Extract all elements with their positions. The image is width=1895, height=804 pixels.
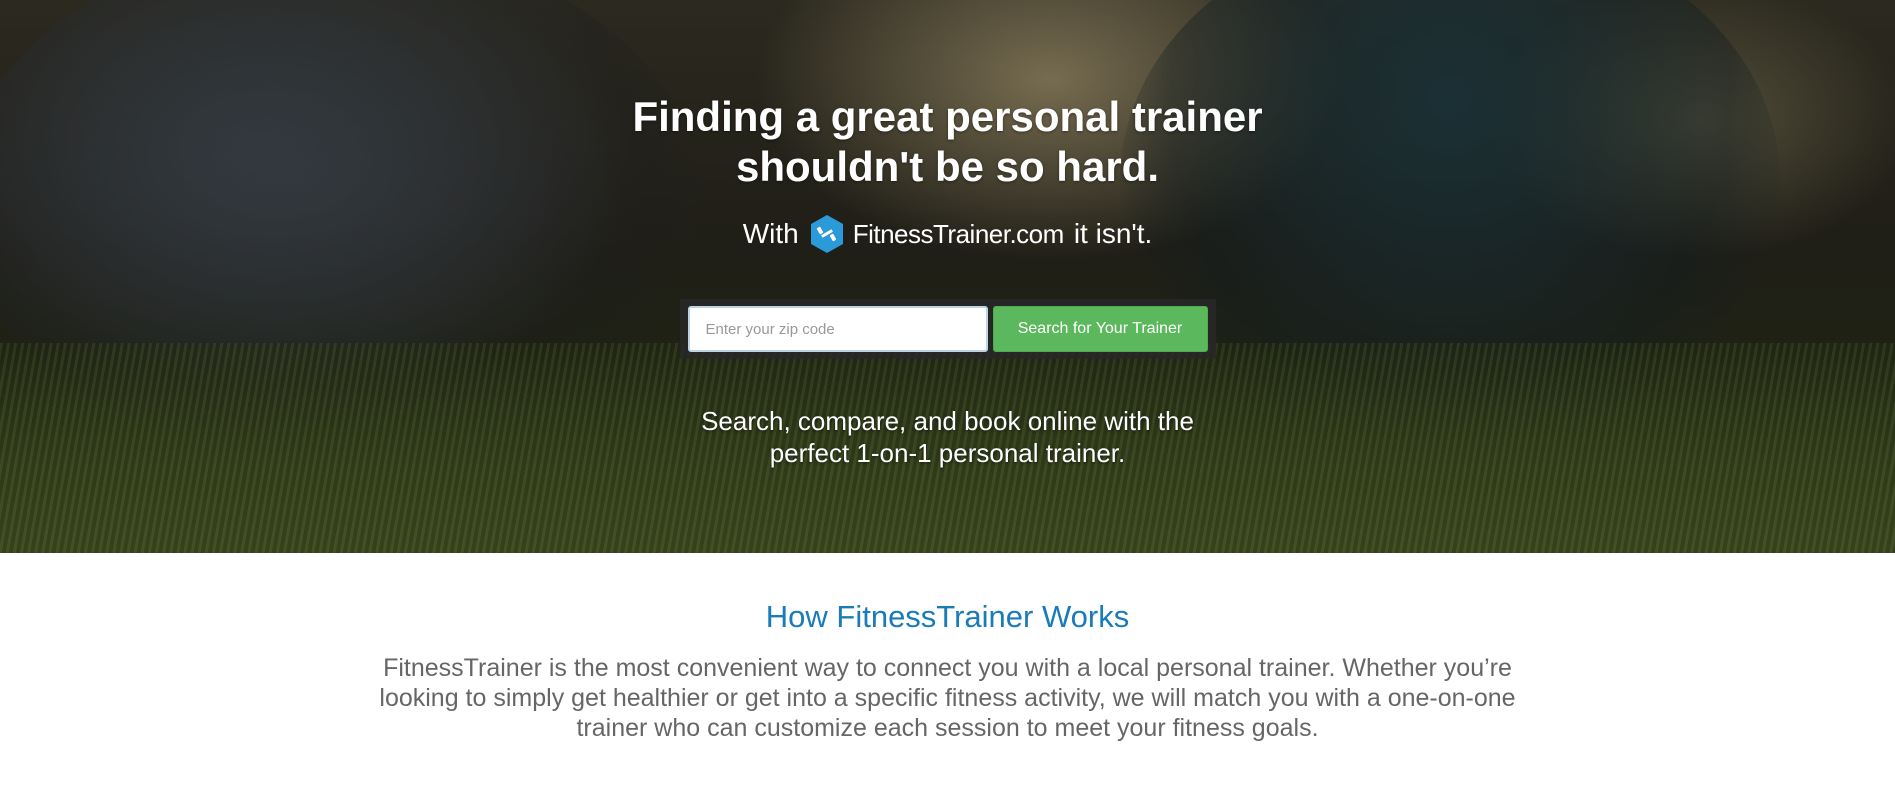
zip-code-input[interactable] (687, 306, 988, 352)
hero-subline-line1: Search, compare, and book online with th… (701, 406, 1194, 436)
logo-text: FitnessTrainer.com (852, 219, 1065, 249)
search-trainer-button[interactable]: Search for Your Trainer (992, 306, 1208, 352)
hero-section: Finding a great personal trainer shouldn… (0, 0, 1895, 553)
hero-subline: Search, compare, and book online with th… (0, 405, 1895, 469)
hero-content: Finding a great personal trainer shouldn… (0, 92, 1895, 469)
zip-search-form: Search for Your Trainer (679, 299, 1216, 359)
tagline-prefix: With (742, 218, 799, 249)
how-it-works-description: FitnessTrainer is the most convenient wa… (379, 654, 1516, 742)
brand-logo[interactable]: FitnessTrainer.com (809, 214, 1064, 254)
hero-headline-line2: shouldn't be so hard. (736, 143, 1159, 190)
tagline-suffix: it isn't. (1073, 218, 1153, 249)
dumbbell-hexagon-icon (810, 215, 843, 253)
how-it-works-section: How FitnessTrainer Works FitnessTrainer … (0, 553, 1895, 743)
hero-tagline: With FitnessTrainer.com it isn't. (0, 214, 1895, 254)
how-it-works-title: How FitnessTrainer Works (765, 599, 1130, 634)
hero-headline: Finding a great personal trainer shouldn… (0, 92, 1895, 192)
hero-subline-line2: perfect 1-on-1 personal trainer. (769, 438, 1126, 468)
hero-headline-line1: Finding a great personal trainer (632, 93, 1263, 140)
